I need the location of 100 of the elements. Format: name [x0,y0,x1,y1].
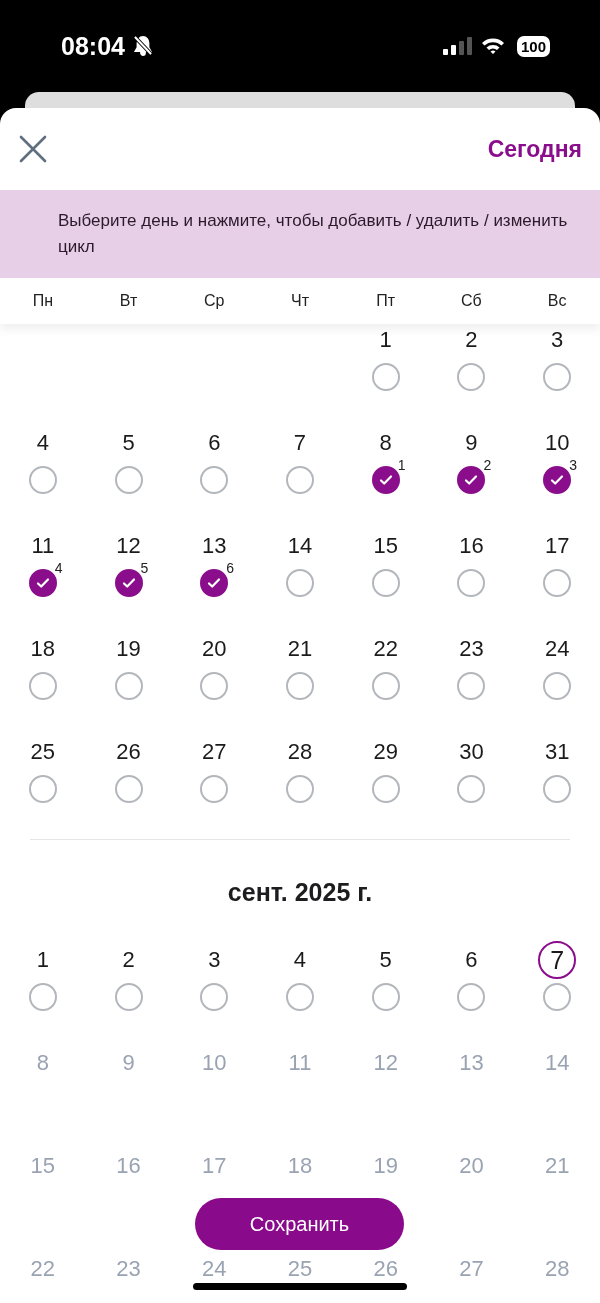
empty-circle[interactable] [200,775,229,803]
day-number[interactable]: 9 [453,428,490,458]
day-number[interactable]: 13 [196,531,233,561]
today-date[interactable]: 7 [538,941,577,979]
empty-circle[interactable] [543,672,572,700]
day-number[interactable]: 12 [110,531,147,561]
future-day-number: 12 [372,1049,399,1077]
day-number[interactable]: 25 [24,737,61,767]
future-day-number: 28 [543,1255,571,1283]
future-day-number: 26 [372,1255,399,1283]
empty-circle[interactable] [371,983,400,1011]
empty-circle[interactable] [286,466,314,494]
empty-circle[interactable] [457,775,486,803]
day-number[interactable]: 20 [196,634,233,664]
weekday-label: Ср [203,292,226,310]
day-number[interactable]: 3 [196,945,233,975]
empty-circle[interactable] [28,775,57,803]
empty-circle[interactable] [543,363,572,391]
future-day-number: 27 [458,1255,485,1283]
future-day-number: 11 [287,1049,313,1077]
day-number[interactable]: 27 [196,737,233,767]
day-number[interactable]: 14 [282,531,318,561]
day-number[interactable]: 24 [539,634,576,664]
future-day-number: 19 [372,1152,399,1180]
day-number[interactable]: 30 [453,737,490,767]
empty-circle[interactable] [286,983,314,1011]
cycle-day-number: 4 [53,561,64,575]
empty-circle[interactable] [286,775,314,803]
day-number[interactable]: 6 [453,945,490,975]
empty-circle[interactable] [28,672,57,700]
status-time: 08:04 [61,31,125,61]
future-day-number: 17 [201,1152,228,1180]
day-number[interactable]: 26 [110,737,147,767]
checked-circle[interactable] [371,466,400,494]
day-number[interactable]: 1 [367,325,404,355]
day-number[interactable]: 1 [24,945,61,975]
empty-circle[interactable] [114,672,143,700]
day-number[interactable]: 23 [453,634,490,664]
save-button[interactable]: Сохранить [195,1198,404,1250]
future-day-number: 20 [458,1152,485,1180]
empty-circle[interactable] [371,569,400,597]
empty-circle[interactable] [28,466,57,494]
today-link[interactable]: Сегодня [487,135,582,163]
checked-circle[interactable] [28,569,57,597]
future-day-number: 10 [201,1049,228,1077]
checked-circle[interactable] [457,466,486,494]
day-number[interactable]: 5 [110,428,147,458]
day-number[interactable]: 7 [282,428,318,458]
future-day-number: 8 [35,1049,50,1077]
empty-circle[interactable] [114,466,143,494]
empty-circle[interactable] [457,363,486,391]
day-number[interactable]: 8 [367,428,404,458]
weekday-label: Вт [118,292,139,310]
day-number[interactable]: 4 [282,945,318,975]
empty-circle[interactable] [200,672,229,700]
empty-circle[interactable] [371,775,400,803]
hint-text: Выберите день и нажмите, чтобы добавить / удалить / изменить цикл [58,210,569,258]
empty-circle[interactable] [28,983,57,1011]
empty-circle[interactable] [457,569,486,597]
weekday-label: Чт [290,292,310,310]
empty-circle[interactable] [457,983,486,1011]
empty-circle[interactable] [543,983,572,1011]
cycle-day-number: 1 [396,458,407,472]
empty-circle[interactable] [543,775,572,803]
empty-circle[interactable] [286,672,314,700]
day-number[interactable]: 2 [110,945,147,975]
day-number[interactable]: 4 [24,428,61,458]
future-day-number: 22 [29,1255,57,1283]
day-number[interactable]: 10 [539,428,576,458]
day-number[interactable]: 18 [24,634,61,664]
checked-circle[interactable] [114,569,143,597]
future-day-number: 16 [115,1152,142,1180]
day-number[interactable]: 29 [367,737,404,767]
day-number[interactable]: 28 [282,737,318,767]
future-day-number: 13 [458,1049,485,1077]
day-number[interactable]: 17 [539,531,576,561]
empty-circle[interactable] [114,775,143,803]
empty-circle[interactable] [457,672,486,700]
empty-circle[interactable] [371,363,400,391]
day-number[interactable]: 15 [367,531,404,561]
close-button[interactable] [19,135,47,163]
day-number[interactable]: 5 [367,945,404,975]
checked-circle[interactable] [200,569,229,597]
day-number[interactable]: 31 [539,737,576,767]
empty-circle[interactable] [200,983,229,1011]
empty-circle[interactable] [114,983,143,1011]
empty-circle[interactable] [543,569,572,597]
day-number[interactable]: 2 [453,325,490,355]
day-number[interactable]: 3 [539,325,576,355]
cycle-day-number: 2 [482,458,493,472]
day-number[interactable]: 22 [367,634,404,664]
day-number[interactable]: 16 [453,531,490,561]
day-number[interactable]: 21 [282,634,318,664]
day-number[interactable]: 11 [24,531,61,561]
day-number[interactable]: 19 [110,634,147,664]
day-number[interactable]: 6 [196,428,233,458]
checked-circle[interactable] [543,466,572,494]
empty-circle[interactable] [286,569,314,597]
empty-circle[interactable] [200,466,229,494]
empty-circle[interactable] [371,672,400,700]
